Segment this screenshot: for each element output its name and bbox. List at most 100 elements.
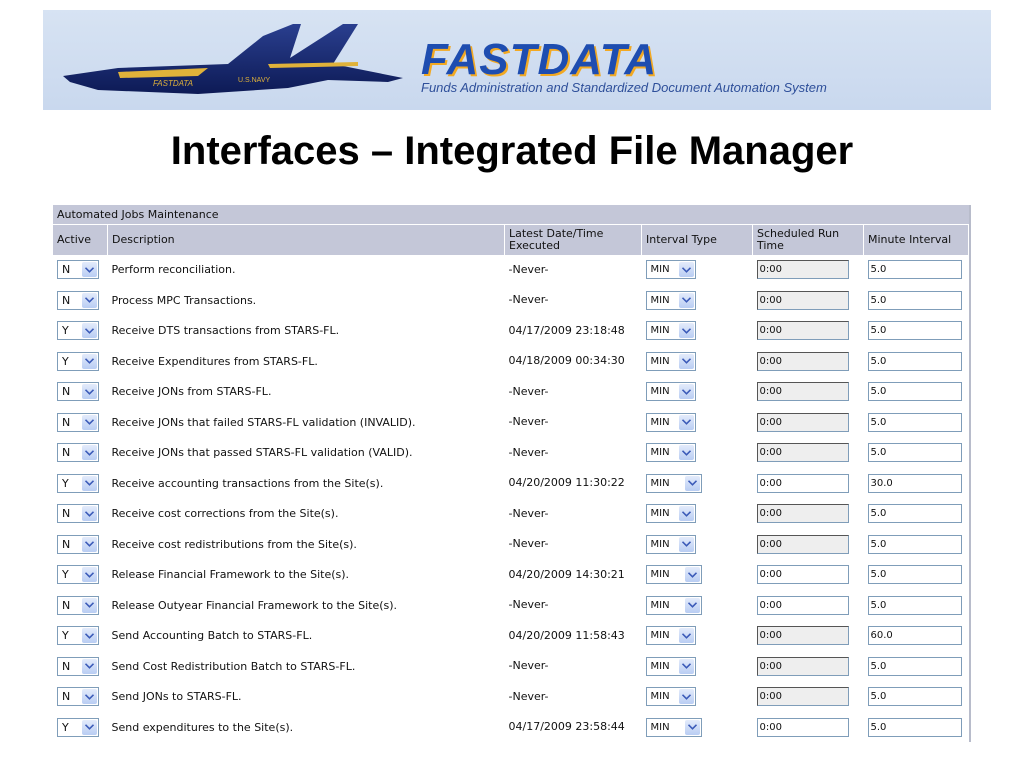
active-select[interactable]: Y [57, 473, 99, 493]
chevron-down-icon[interactable] [684, 567, 700, 583]
chevron-down-icon[interactable] [82, 628, 97, 644]
interval-type-select[interactable]: MIN [645, 412, 696, 432]
active-select[interactable]: N [57, 595, 99, 615]
chevron-down-icon[interactable] [678, 414, 694, 430]
scheduled-run-time-input[interactable]: 0:00 [756, 412, 849, 432]
interval-type-select[interactable]: MIN [645, 595, 702, 615]
active-select[interactable]: N [57, 504, 99, 524]
interval-type-select[interactable]: MIN [645, 656, 696, 676]
chevron-down-icon[interactable] [678, 323, 694, 339]
scheduled-run-time-input[interactable]: 0:00 [756, 443, 849, 463]
chevron-down-icon[interactable] [82, 353, 97, 369]
interval-type-select[interactable]: MIN [645, 717, 702, 737]
active-select[interactable]: Y [57, 321, 99, 341]
minute-interval-input[interactable]: 5.0 [867, 595, 962, 615]
chevron-down-icon[interactable] [82, 658, 97, 674]
scheduled-run-time-input[interactable]: 0:00 [756, 290, 849, 310]
chevron-down-icon[interactable] [82, 536, 97, 552]
chevron-down-icon[interactable] [684, 597, 700, 613]
chevron-down-icon[interactable] [684, 475, 700, 491]
scheduled-run-time-input[interactable]: 0:00 [756, 382, 849, 402]
interval-type-select[interactable]: MIN [645, 565, 702, 585]
active-select[interactable]: N [57, 412, 99, 432]
minute-interval-input[interactable]: 5.0 [867, 656, 962, 676]
minute-interval-input[interactable]: 5.0 [867, 382, 962, 402]
active-select[interactable]: N [57, 534, 99, 554]
minute-interval-input[interactable]: 5.0 [867, 504, 962, 524]
minute-interval-input[interactable]: 5.0 [867, 443, 962, 463]
chevron-down-icon[interactable] [82, 719, 97, 735]
interval-type-select[interactable]: MIN [645, 473, 702, 493]
chevron-down-icon[interactable] [82, 414, 97, 430]
interval-type-select[interactable]: MIN [645, 290, 696, 310]
chevron-down-icon[interactable] [678, 445, 694, 461]
chevron-down-icon[interactable] [82, 384, 97, 400]
chevron-down-icon[interactable] [82, 262, 97, 278]
scheduled-run-time-input[interactable]: 0:00 [756, 595, 849, 615]
chevron-down-icon[interactable] [684, 719, 700, 735]
interval-type-select[interactable]: MIN [645, 534, 696, 554]
chevron-down-icon[interactable] [678, 658, 694, 674]
minute-interval-input[interactable]: 30.0 [867, 473, 962, 493]
chevron-down-icon[interactable] [82, 567, 97, 583]
interval-type-select[interactable]: MIN [645, 321, 696, 341]
chevron-down-icon[interactable] [678, 262, 694, 278]
interval-type-select[interactable]: MIN [645, 626, 696, 646]
interval-type-select[interactable]: MIN [645, 351, 696, 371]
active-value: Y [62, 568, 69, 582]
chevron-down-icon[interactable] [82, 597, 97, 613]
minute-interval-input[interactable]: 5.0 [867, 321, 962, 341]
interval-type-select[interactable]: MIN [645, 687, 696, 707]
scheduled-run-time-input[interactable]: 0:00 [756, 260, 849, 280]
scheduled-run-time-input[interactable]: 0:00 [756, 473, 849, 493]
scheduled-run-time-input[interactable]: 0:00 [756, 504, 849, 524]
scheduled-run-time-input[interactable]: 0:00 [756, 565, 849, 585]
active-select[interactable]: N [57, 687, 99, 707]
scheduled-run-time-input[interactable]: 0:00 [756, 626, 849, 646]
minute-interval-input[interactable]: 5.0 [867, 534, 962, 554]
minute-interval-input[interactable]: 5.0 [867, 290, 962, 310]
chevron-down-icon[interactable] [82, 506, 97, 522]
chevron-down-icon[interactable] [678, 506, 694, 522]
scheduled-run-time-input[interactable]: 0:00 [756, 534, 849, 554]
minute-interval-input[interactable]: 5.0 [867, 717, 962, 737]
chevron-down-icon[interactable] [82, 292, 97, 308]
table-row: Y Release Financial Framework to the Site… [53, 559, 969, 591]
active-select[interactable]: Y [57, 565, 99, 585]
active-select[interactable]: Y [57, 717, 99, 737]
chevron-down-icon[interactable] [678, 292, 694, 308]
interval-type-select[interactable]: MIN [645, 260, 696, 280]
active-select[interactable]: N [57, 443, 99, 463]
minute-interval-input[interactable]: 5.0 [867, 565, 962, 585]
active-select[interactable]: N [57, 382, 99, 402]
chevron-down-icon[interactable] [678, 353, 694, 369]
scheduled-run-time-input[interactable]: 0:00 [756, 687, 849, 707]
chevron-down-icon[interactable] [82, 323, 97, 339]
minute-interval-input[interactable]: 60.0 [867, 626, 962, 646]
active-select[interactable]: N [57, 656, 99, 676]
chevron-down-icon[interactable] [678, 536, 694, 552]
minute-interval-input[interactable]: 5.0 [867, 412, 962, 432]
scheduled-run-time-input[interactable]: 0:00 [756, 717, 849, 737]
active-select[interactable]: N [57, 290, 99, 310]
chevron-down-icon[interactable] [678, 384, 694, 400]
active-select[interactable]: N [57, 260, 99, 280]
latest-executed-cell: -Never- [504, 437, 642, 469]
active-select[interactable]: Y [57, 351, 99, 371]
minute-interval-input[interactable]: 5.0 [867, 351, 962, 371]
interval-type-select[interactable]: MIN [645, 504, 696, 524]
active-select[interactable]: Y [57, 626, 99, 646]
interval-type-select[interactable]: MIN [645, 443, 696, 463]
chevron-down-icon[interactable] [82, 689, 97, 705]
minute-interval-input[interactable]: 5.0 [867, 687, 962, 707]
minute-interval-input[interactable]: 5.0 [867, 260, 962, 280]
scheduled-run-time-input[interactable]: 0:00 [756, 656, 849, 676]
chevron-down-icon[interactable] [82, 445, 97, 461]
chevron-down-icon[interactable] [678, 628, 694, 644]
interval-type-select[interactable]: MIN [645, 382, 696, 402]
interval-type-value: MIN [650, 325, 670, 337]
scheduled-run-time-input[interactable]: 0:00 [756, 351, 849, 371]
chevron-down-icon[interactable] [82, 475, 97, 491]
chevron-down-icon[interactable] [678, 689, 694, 705]
scheduled-run-time-input[interactable]: 0:00 [756, 321, 849, 341]
